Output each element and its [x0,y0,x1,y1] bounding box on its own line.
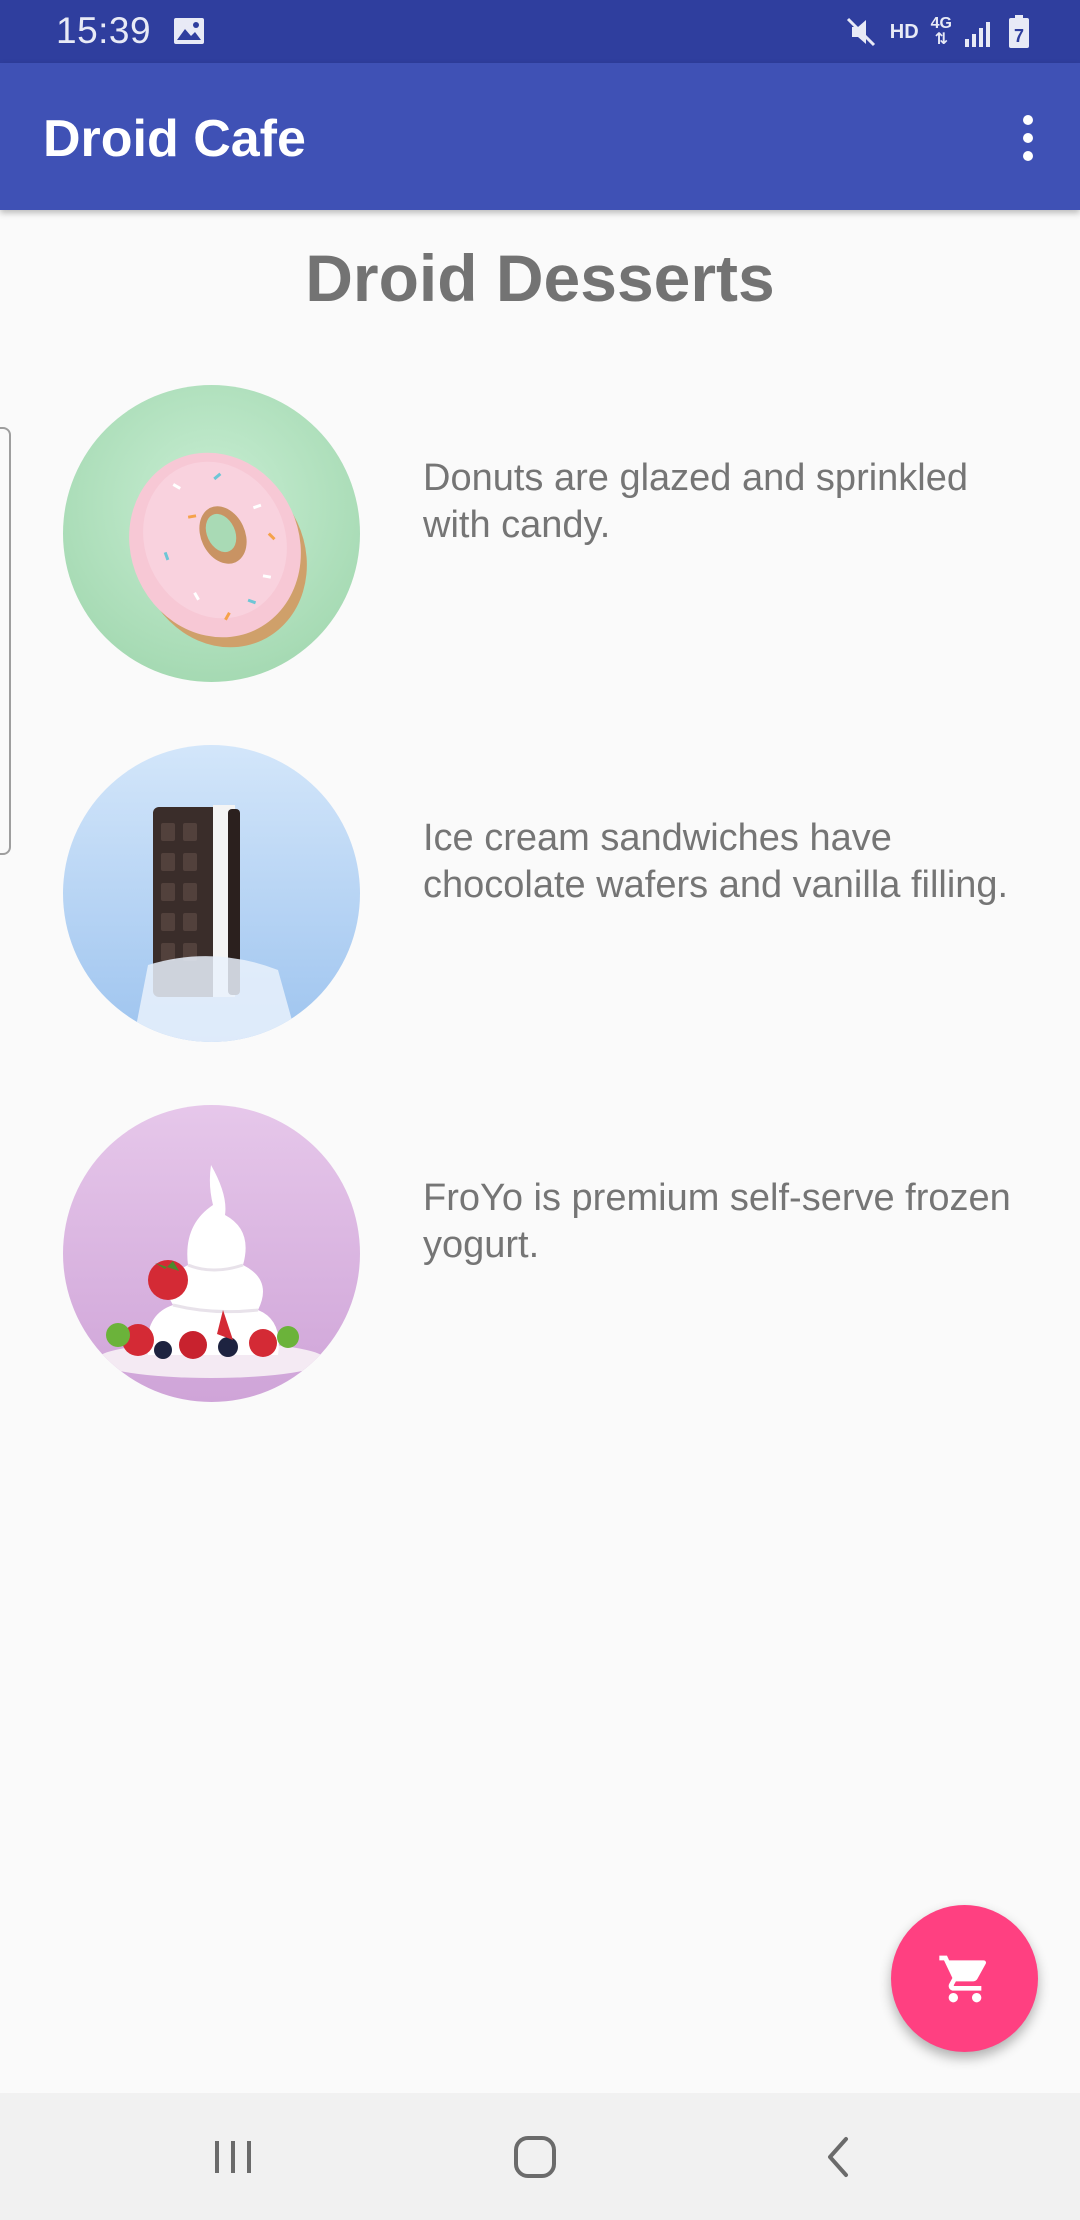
overflow-dot [1023,133,1033,143]
navigation-bar [0,2093,1080,2220]
recents-icon [215,2140,251,2173]
page-heading: Droid Desserts [305,241,775,315]
donut-image[interactable] [63,385,360,682]
gallery-icon [174,18,204,44]
mute-icon [846,17,875,47]
battery-level: 7 [1014,26,1024,46]
app-bar: Droid Cafe [0,63,1080,210]
back-icon [828,2136,848,2177]
dessert-description: FroYo is premium self-serve frozen yogur… [423,1177,1011,1266]
status-time: 15:39 [56,10,152,51]
back-button[interactable] [748,2093,928,2220]
network-type: 4G [930,15,952,32]
dessert-item-froyo: FroYo is premium self-serve frozen yogur… [0,1105,1080,1405]
network-label: 4G ⇅ [931,16,952,48]
shopping-cart-icon [938,1955,986,2002]
dessert-description: Donuts are glazed and sprinkled with can… [423,457,969,546]
dessert-item-ice-cream-sandwich: Ice cream sandwiches have chocolate wafe… [0,745,1080,1045]
status-bar: 15:39 HD 4G ⇅ 7 [0,0,1080,63]
home-icon [514,2135,556,2178]
battery-icon: 7 [1009,15,1029,48]
recents-button[interactable] [143,2093,323,2220]
more-vert-icon[interactable] [998,103,1058,173]
froyo-image[interactable] [63,1105,360,1402]
signal-icon [965,22,990,47]
ice-cream-sandwich-image[interactable] [63,745,360,1042]
hd-label: HD [889,20,919,43]
overflow-dot [1023,151,1033,161]
app-title: Droid Cafe [43,110,306,168]
dessert-description: Ice cream sandwiches have chocolate wafe… [423,817,1009,906]
overflow-dot [1023,115,1033,125]
shopping-cart-fab[interactable] [891,1905,1038,2052]
home-button[interactable] [445,2093,625,2220]
data-arrows: ⇅ [934,31,949,48]
dessert-item-donut: Donuts are glazed and sprinkled with can… [0,385,1080,685]
